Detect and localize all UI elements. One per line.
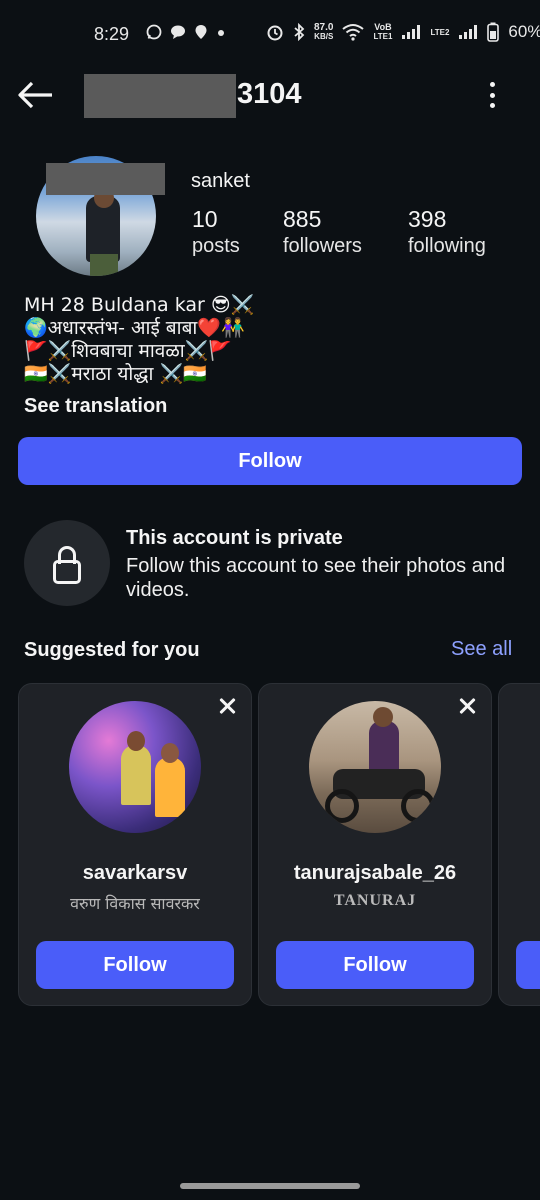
following-stat[interactable]: 398 following: [408, 206, 486, 258]
suggested-card-partial[interactable]: [498, 683, 540, 1006]
whatsapp-icon: [146, 24, 162, 40]
private-description: Follow this account to see their photos …: [126, 555, 506, 601]
notification-icons: [146, 24, 226, 40]
battery-percent: 60%: [508, 22, 540, 41]
signal-2-icon: [459, 25, 478, 39]
dismiss-close-icon[interactable]: [455, 694, 479, 718]
profile-title: 3104: [237, 78, 302, 110]
suggested-title: Suggested for you: [24, 639, 200, 661]
alarm-icon: [267, 25, 283, 41]
suggested-follow-button[interactable]: Follow: [276, 941, 474, 989]
profile-name: sanket: [191, 170, 250, 192]
status-time: 8:29: [94, 24, 130, 44]
home-indicator[interactable]: [180, 1183, 360, 1189]
system-icons: 87.0 KB/S VoB LTE1 LTE2 60%: [266, 22, 540, 42]
suggested-avatar[interactable]: [309, 701, 441, 833]
followers-label: followers: [283, 235, 362, 257]
volte-label-1: VoB: [374, 22, 392, 32]
dot-icon: [218, 30, 224, 36]
more-dot-icon: [489, 103, 495, 108]
bio-line: MH 28 Buldana kar 😎⚔️: [24, 294, 255, 316]
avatar-legs: [90, 254, 118, 276]
lock-body-icon: [53, 560, 81, 584]
bio-line: 🌍अधारस्तंभ- आई बाबा❤️👫: [24, 317, 245, 339]
wifi-icon: [342, 24, 365, 41]
profile-header: 3104: [0, 70, 540, 120]
back-arrow-icon: [18, 81, 52, 109]
photo-wheel: [401, 789, 435, 823]
volte-badge-2: LTE2: [430, 28, 449, 37]
following-label: following: [408, 235, 486, 257]
suggested-card[interactable]: savarkarsv वरुण विकास सावरकर Follow: [18, 683, 252, 1006]
follow-button[interactable]: Follow: [18, 437, 522, 485]
photo-face: [161, 743, 179, 763]
signal-1-icon: [402, 25, 421, 39]
following-count: 398: [408, 206, 447, 232]
more-dot-icon: [489, 82, 495, 87]
lock-badge: [24, 520, 110, 606]
volte-label-2: LTE1: [373, 32, 393, 41]
posts-label: posts: [192, 235, 240, 257]
net-speed-value: 87.0: [314, 22, 334, 33]
location-icon: [195, 25, 207, 39]
suggested-username[interactable]: tanurajsabale_26: [259, 862, 491, 885]
suggested-subtitle: वरुण विकास सावरकर: [70, 894, 200, 913]
photo-person: [155, 757, 185, 817]
suggested-username[interactable]: savarkarsv: [19, 862, 251, 885]
suggested-subtitle: TANURAJ: [333, 892, 417, 909]
bluetooth-icon: [294, 23, 305, 41]
posts-count: 10: [192, 206, 218, 232]
redacted-title-block: [84, 74, 236, 118]
profile-bio: MH 28 Buldana kar 😎⚔️ 🌍अधारस्तंभ- आई बाब…: [24, 294, 344, 386]
chat-icon: [171, 25, 185, 39]
bio-line: 🚩⚔️शिवबाचा मावळा⚔️🚩: [24, 340, 233, 362]
photo-rider: [369, 721, 399, 773]
status-bar: 8:29 87.0 KB/S VoB LTE1 LTE2 60%: [0, 0, 540, 70]
suggested-follow-button[interactable]: Follow: [36, 941, 234, 989]
followers-count: 885: [283, 206, 322, 232]
battery-icon: [487, 22, 500, 42]
see-all-link[interactable]: See all: [451, 638, 512, 661]
dismiss-close-icon[interactable]: [215, 694, 239, 718]
posts-stat[interactable]: 10 posts: [192, 206, 240, 258]
back-button[interactable]: [16, 78, 56, 112]
volte-badge: VoB LTE1: [373, 22, 393, 42]
suggested-avatar[interactable]: [69, 701, 201, 833]
more-options-button[interactable]: [480, 80, 504, 110]
photo-face: [373, 707, 393, 727]
net-speed-unit: KB/S: [314, 32, 334, 41]
bio-line: 🇮🇳⚔️मराठा योद्धा ⚔️🇮🇳: [24, 363, 207, 385]
volte-label-3: LTE2: [430, 27, 450, 37]
photo-face: [127, 731, 145, 751]
suggested-card[interactable]: tanurajsabale_26 TANURAJ Follow: [258, 683, 492, 1006]
photo-person: [121, 745, 151, 805]
photo-wheel: [325, 789, 359, 823]
private-title: This account is private: [126, 527, 343, 549]
suggested-follow-button-partial[interactable]: [516, 941, 540, 989]
more-dot-icon: [489, 92, 495, 98]
see-translation-link[interactable]: See translation: [24, 395, 167, 418]
redacted-avatar-block: [46, 163, 165, 195]
followers-stat[interactable]: 885 followers: [283, 206, 362, 258]
net-speed: 87.0 KB/S: [314, 22, 334, 42]
